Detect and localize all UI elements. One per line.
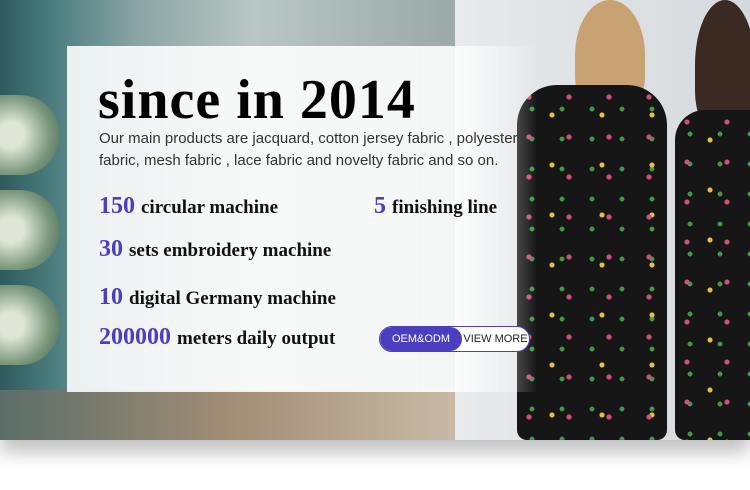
description: Our main products are jacquard, cotton j… — [99, 130, 518, 169]
stat-label: circular machine — [141, 197, 279, 218]
stat-digital-machine: 10 digital Germany machine — [99, 284, 336, 311]
stat-label: sets embroidery machine — [129, 240, 332, 261]
stat-number: 150 — [99, 193, 135, 219]
view-more-button[interactable]: VIEW MORE — [462, 333, 529, 345]
cta-button-group: OEM&ODM VIEW MORE — [379, 326, 530, 352]
stat-daily-output: 200000 meters daily output — [99, 324, 335, 351]
stat-label: finishing line — [392, 197, 498, 218]
stat-label: digital Germany machine — [129, 288, 336, 309]
banner: since in 2014 Our main products are jacq… — [0, 0, 750, 440]
stat-number: 200000 — [99, 324, 171, 350]
stat-circular-machine: 150 circular machine — [99, 193, 278, 220]
stat-label: meters daily output — [177, 328, 336, 349]
stat-number: 10 — [99, 284, 123, 310]
headline: since in 2014 — [98, 69, 416, 131]
oem-odm-button[interactable]: OEM&ODM — [380, 327, 462, 351]
stat-embroidery-machine: 30 sets embroidery machine — [99, 236, 331, 263]
stat-number: 30 — [99, 236, 123, 262]
stat-finishing-line: 5 finishing line — [374, 193, 497, 220]
stat-number: 5 — [374, 193, 386, 219]
